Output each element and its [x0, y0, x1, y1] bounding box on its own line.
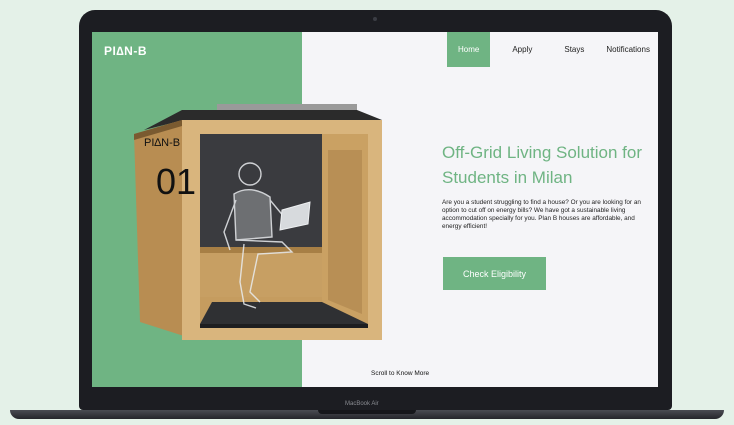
- nav-notifications[interactable]: Notifications: [596, 32, 658, 67]
- laptop-notch: [318, 410, 416, 414]
- top-nav: Home Apply Stays Notifications: [447, 32, 658, 67]
- check-eligibility-button[interactable]: Check Eligibility: [443, 257, 546, 290]
- scroll-hint[interactable]: Scroll to Know More: [371, 370, 429, 377]
- pod-brand-text: PI∆N-B: [144, 137, 180, 149]
- pod-number: 01: [156, 161, 196, 202]
- nav-home[interactable]: Home: [447, 32, 491, 67]
- nav-apply[interactable]: Apply: [502, 32, 542, 67]
- screen: PI∆N-B Home Apply Stays Notifications PI…: [92, 32, 658, 387]
- pod-illustration: PI∆N-B 01: [134, 104, 382, 340]
- camera-icon: [373, 17, 377, 21]
- device-model-label: MacBook Air: [345, 401, 379, 407]
- brand-logo[interactable]: PI∆N-B: [104, 44, 147, 58]
- nav-stays[interactable]: Stays: [554, 32, 594, 67]
- hero-description: Are you a student struggling to find a h…: [442, 199, 641, 230]
- hero-title: Off-Grid Living Solution for Students in…: [442, 143, 642, 187]
